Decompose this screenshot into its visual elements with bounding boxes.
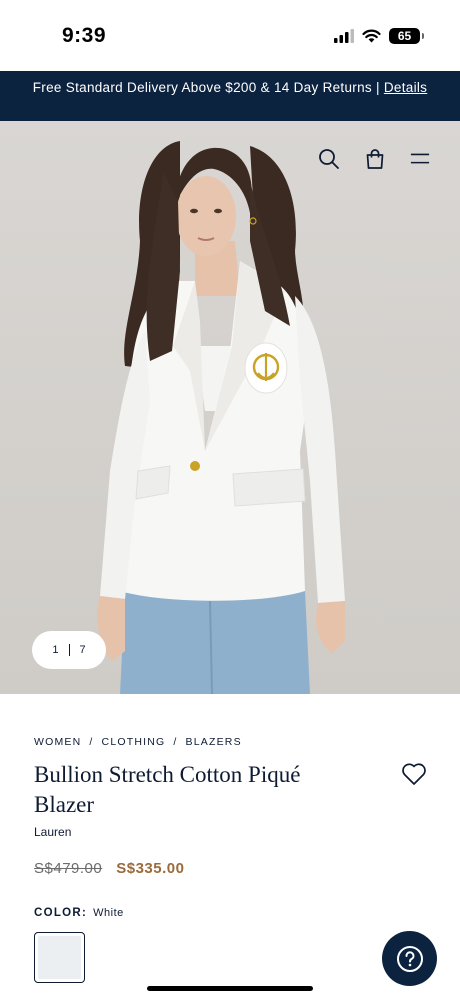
swatch-fill bbox=[38, 936, 81, 979]
promo-text: Free Standard Delivery Above $200 & 14 D… bbox=[32, 80, 384, 95]
price-row: S$479.00 S$335.00 bbox=[34, 860, 184, 877]
home-indicator bbox=[147, 986, 313, 991]
image-counter-total: 7 bbox=[79, 644, 86, 656]
help-button[interactable] bbox=[382, 931, 437, 986]
status-bar: 9:39 65 bbox=[0, 0, 460, 71]
image-counter-current: 1 bbox=[52, 644, 59, 656]
image-counter: 1 7 bbox=[32, 631, 106, 669]
sale-price: S$335.00 bbox=[116, 860, 185, 877]
color-label: COLOR: bbox=[34, 907, 88, 919]
header-actions bbox=[318, 148, 430, 170]
product-title: Bullion Stretch Cotton Piqué Blazer bbox=[34, 762, 301, 817]
battery-icon: 65 bbox=[389, 28, 424, 44]
wifi-icon bbox=[362, 29, 381, 43]
signal-icon bbox=[334, 29, 354, 43]
product-image[interactable]: 1 7 bbox=[0, 121, 460, 694]
original-price: S$479.00 bbox=[34, 860, 103, 877]
breadcrumb-blazers[interactable]: BLAZERS bbox=[186, 736, 242, 748]
shopping-bag-icon[interactable] bbox=[364, 148, 386, 170]
color-swatch-white[interactable] bbox=[34, 932, 85, 983]
breadcrumb: WOMEN / CLOTHING / BLAZERS bbox=[34, 736, 242, 748]
promo-banner: Free Standard Delivery Above $200 & 14 D… bbox=[0, 71, 460, 121]
breadcrumb-separator: / bbox=[89, 736, 94, 748]
breadcrumb-separator: / bbox=[173, 736, 178, 748]
status-icons: 65 bbox=[334, 28, 424, 44]
product-brand: Lauren bbox=[34, 825, 72, 839]
model-photo bbox=[97, 141, 345, 694]
promo-details-link[interactable]: Details bbox=[384, 80, 427, 95]
status-time: 9:39 bbox=[62, 24, 107, 47]
question-icon bbox=[396, 945, 423, 972]
heart-icon[interactable] bbox=[401, 762, 427, 786]
counter-divider bbox=[68, 644, 70, 656]
color-row: COLOR: White bbox=[34, 907, 124, 919]
search-icon[interactable] bbox=[318, 148, 340, 170]
breadcrumb-women[interactable]: WOMEN bbox=[34, 736, 81, 748]
color-value: White bbox=[93, 907, 124, 919]
breadcrumb-clothing[interactable]: CLOTHING bbox=[102, 736, 166, 748]
menu-icon[interactable] bbox=[410, 148, 430, 170]
